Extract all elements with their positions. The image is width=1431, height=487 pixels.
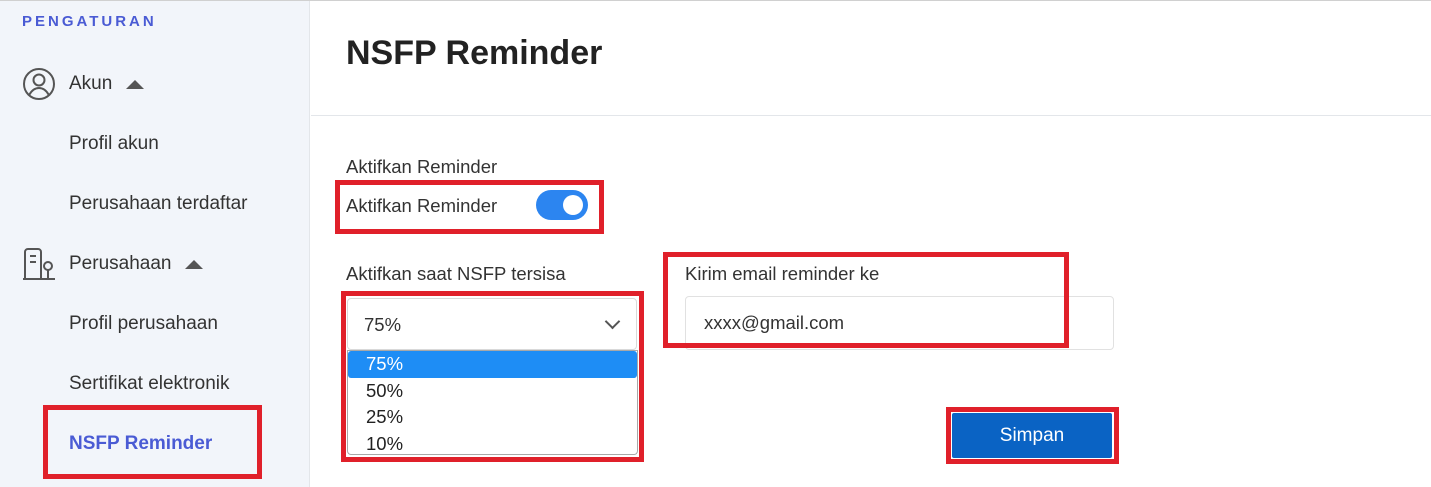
threshold-select-value: 75% (364, 314, 402, 335)
page-title: NSFP Reminder (346, 34, 603, 72)
sidebar-heading: PENGATURAN (22, 13, 157, 30)
sidebar-item-sertifikat-elektronik[interactable]: Sertifikat elektronik (69, 373, 230, 395)
save-button[interactable]: Simpan (952, 413, 1112, 458)
threshold-select[interactable]: 75% (347, 298, 637, 350)
reminder-toggle[interactable] (536, 190, 588, 220)
sidebar-item-profil-perusahaan[interactable]: Profil perusahaan (69, 313, 218, 335)
email-label: Kirim email reminder ke (685, 263, 880, 284)
threshold-dropdown: 75% 50% 25% 10% (347, 350, 638, 455)
threshold-option-10[interactable]: 10% (348, 431, 637, 455)
reminder-toggle-label: Aktifkan Reminder (346, 195, 498, 216)
caret-up-icon (185, 259, 204, 269)
building-icon (22, 247, 56, 281)
sidebar-group-akun[interactable]: Akun (22, 67, 145, 101)
reminder-section-label: Aktifkan Reminder (346, 156, 498, 177)
email-field[interactable] (685, 296, 1114, 350)
threshold-label: Aktifkan saat NSFP tersisa (346, 263, 566, 284)
sidebar-item-perusahaan-terdaftar[interactable]: Perusahaan terdaftar (69, 193, 248, 215)
sidebar: PENGATURAN Akun Profil akun Perusahaan t… (0, 1, 310, 487)
threshold-option-50[interactable]: 50% (348, 378, 637, 405)
title-divider (311, 115, 1431, 116)
threshold-option-75[interactable]: 75% (348, 351, 637, 378)
sidebar-item-profil-akun[interactable]: Profil akun (69, 133, 159, 155)
caret-up-icon (126, 79, 145, 89)
sidebar-item-nsfp-reminder[interactable]: NSFP Reminder (69, 433, 212, 455)
sidebar-group-label: Perusahaan (69, 253, 172, 274)
threshold-option-25[interactable]: 25% (348, 404, 637, 431)
chevron-down-icon (604, 313, 621, 330)
sidebar-group-label: Akun (69, 73, 113, 94)
sidebar-group-perusahaan[interactable]: Perusahaan (22, 247, 204, 281)
toggle-knob (563, 195, 583, 215)
user-circle-icon (22, 67, 56, 101)
